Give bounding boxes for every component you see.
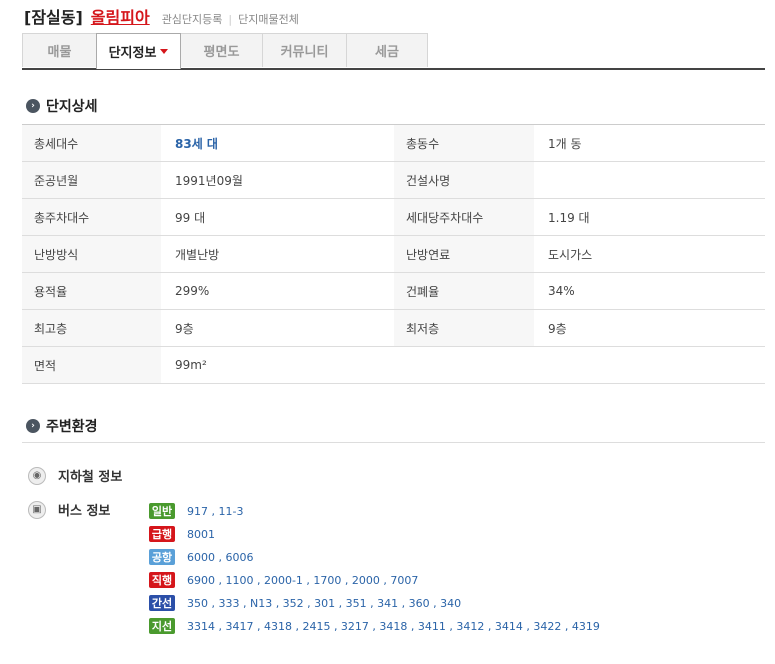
- value-cell: 99m²: [175, 358, 207, 372]
- tab-bar: 매물 단지정보 평면도 커뮤니티 세금: [22, 33, 765, 70]
- bus-route-numbers[interactable]: 350 , 333 , N13 , 352 , 301 , 351 , 341 …: [187, 597, 461, 610]
- bus-type-badge: 급행: [149, 526, 175, 542]
- bus-route-numbers[interactable]: 6000 , 6006: [187, 551, 253, 564]
- tab-tax[interactable]: 세금: [346, 33, 428, 67]
- page-header: [잠실동] 올림피아 관심단지등록 | 단지매물전체: [24, 4, 299, 27]
- bus-route-numbers[interactable]: 6900 , 1100 , 2000-1 , 1700 , 2000 , 700…: [187, 574, 418, 587]
- value-cell: 개별난방: [175, 247, 220, 262]
- table-row: 용적율 299% 건폐율 34%: [22, 273, 765, 310]
- bus-route-row: 지선 3314 , 3417 , 4318 , 2415 , 3217 , 34…: [149, 617, 600, 635]
- subway-icon: ◉: [28, 466, 46, 485]
- section-title-text: 단지상세: [46, 99, 98, 115]
- label-cell: 최저층: [394, 310, 534, 346]
- tab-label: 평면도: [203, 45, 240, 60]
- bus-type-badge: 일반: [149, 503, 175, 519]
- arrow-bullet-icon: ›: [26, 419, 40, 433]
- tab-complex-info[interactable]: 단지정보: [96, 33, 181, 69]
- bus-info: ▣ 버스 정보: [28, 500, 110, 519]
- tab-community[interactable]: 커뮤니티: [262, 33, 347, 67]
- value-cell: 299%: [175, 284, 210, 298]
- tab-label: 매물: [47, 45, 72, 60]
- bus-type-badge: 간선: [149, 595, 175, 611]
- subway-label: 지하철 정보: [58, 470, 123, 485]
- value-cell: 1991년09월: [175, 173, 243, 188]
- value-cell: 9층: [175, 321, 194, 336]
- bus-route-row: 급행 8001: [149, 525, 215, 543]
- table-row: 총세대수 83세 대 총동수 1개 동: [22, 125, 765, 162]
- value-cell: 99 대: [175, 210, 206, 225]
- tab-label: 커뮤니티: [280, 45, 329, 60]
- apartment-name-link[interactable]: 올림피아: [91, 4, 150, 28]
- detail-table: 총세대수 83세 대 총동수 1개 동 준공년월 1991년09월 건설사명 총…: [22, 124, 765, 384]
- label-cell: 최고층: [22, 310, 161, 346]
- label-cell: 준공년월: [22, 162, 161, 198]
- value-cell: 34%: [548, 284, 575, 298]
- all-listings-link[interactable]: 단지매물전체: [238, 11, 299, 27]
- label-cell: 난방방식: [22, 236, 161, 272]
- label-cell: 총세대수: [22, 125, 161, 161]
- value-cell: [534, 162, 765, 198]
- environment-section-title: › 주변환경: [26, 416, 98, 436]
- value-cell: 도시가스: [548, 247, 593, 262]
- bus-type-badge: 지선: [149, 618, 175, 634]
- table-row: 준공년월 1991년09월 건설사명: [22, 162, 765, 199]
- detail-section-title: › 단지상세: [26, 96, 98, 116]
- tab-label: 세금: [375, 45, 399, 60]
- table-row: 최고층 9층 최저층 9층: [22, 310, 765, 347]
- tab-label: 단지정보: [108, 46, 157, 61]
- value-cell: 9층: [548, 321, 567, 336]
- watchlist-link[interactable]: 관심단지등록: [162, 11, 223, 27]
- value-cell: 1.19 대: [548, 210, 590, 225]
- tab-floor-plan[interactable]: 평면도: [180, 33, 263, 67]
- label-cell: 건폐율: [394, 273, 534, 309]
- bus-type-badge: 공항: [149, 549, 175, 565]
- bus-route-numbers[interactable]: 917 , 11-3: [187, 505, 243, 518]
- value-cell: 1개 동: [548, 136, 582, 151]
- bus-route-row: 간선 350 , 333 , N13 , 352 , 301 , 351 , 3…: [149, 594, 461, 612]
- bus-route-row: 직행 6900 , 1100 , 2000-1 , 1700 , 2000 , …: [149, 571, 418, 589]
- label-cell: 건설사명: [394, 162, 534, 198]
- bus-route-numbers[interactable]: 8001: [187, 528, 215, 541]
- bus-route-numbers[interactable]: 3314 , 3417 , 4318 , 2415 , 3217 , 3418 …: [187, 620, 600, 633]
- table-row: 난방방식 개별난방 난방연료 도시가스: [22, 236, 765, 273]
- header-divider: |: [228, 13, 233, 26]
- value-cell: 83세 대: [175, 136, 218, 151]
- section-divider: [22, 442, 765, 443]
- arrow-bullet-icon: ›: [26, 99, 40, 113]
- region-name: [잠실동]: [24, 8, 83, 27]
- bus-icon: ▣: [28, 500, 46, 519]
- label-cell: 총주차대수: [22, 199, 161, 235]
- bus-label: 버스 정보: [58, 504, 111, 519]
- tab-listings[interactable]: 매물: [22, 33, 97, 67]
- dropdown-arrow-icon: [160, 49, 169, 54]
- bus-type-badge: 직행: [149, 572, 175, 588]
- bus-route-row: 일반 917 , 11-3: [149, 502, 243, 520]
- label-cell: 난방연료: [394, 236, 534, 272]
- section-title-text: 주변환경: [46, 419, 98, 435]
- table-row: 총주차대수 99 대 세대당주차대수 1.19 대: [22, 199, 765, 236]
- table-row: 면적 99m²: [22, 347, 765, 384]
- label-cell: 총동수: [394, 125, 534, 161]
- label-cell: 면적: [22, 347, 161, 383]
- subway-info: ◉ 지하철 정보: [28, 466, 122, 485]
- label-cell: 세대당주차대수: [394, 199, 534, 235]
- label-cell: 용적율: [22, 273, 161, 309]
- bus-route-row: 공항 6000 , 6006: [149, 548, 253, 566]
